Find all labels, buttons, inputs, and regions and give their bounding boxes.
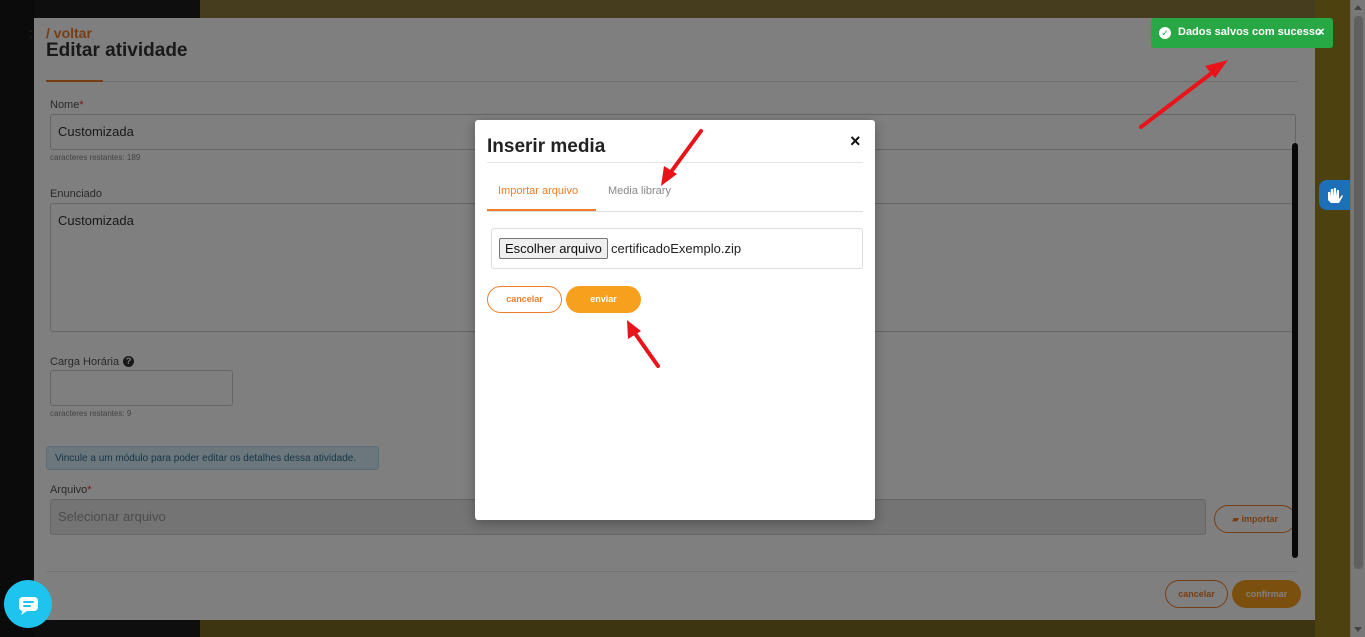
modal-cancel-button[interactable]: cancelar [487, 286, 562, 313]
active-tab-indicator [487, 209, 596, 211]
selected-file-name: certificadoExemplo.zip [611, 241, 742, 256]
modal-title: Inserir media [487, 136, 606, 157]
check-circle-icon: ✓ [1159, 27, 1171, 39]
tab-import-file[interactable]: Importar arquivo [498, 185, 578, 197]
chat-button[interactable] [4, 580, 52, 628]
tabs-divider [487, 211, 863, 212]
sign-language-hand-icon [1328, 188, 1343, 203]
success-toast: ✓ Dados salvos com sucesso × [1151, 18, 1333, 48]
close-icon[interactable]: × [850, 131, 861, 152]
accessibility-button[interactable] [1319, 180, 1350, 210]
toast-message: Dados salvos com sucesso [1178, 26, 1322, 38]
modal-send-button[interactable]: enviar [566, 286, 641, 313]
chat-bubble-icon [19, 597, 38, 615]
toast-close-icon[interactable]: × [1317, 24, 1325, 39]
modal-title-divider [487, 162, 863, 163]
tab-media-library[interactable]: Media library [608, 185, 671, 197]
choose-file-button[interactable]: Escolher arquivo [499, 238, 608, 259]
insert-media-modal: Inserir media × Importar arquivo Media l… [475, 120, 875, 520]
file-upload-field: Escolher arquivo certificadoExemplo.zip [491, 228, 863, 269]
